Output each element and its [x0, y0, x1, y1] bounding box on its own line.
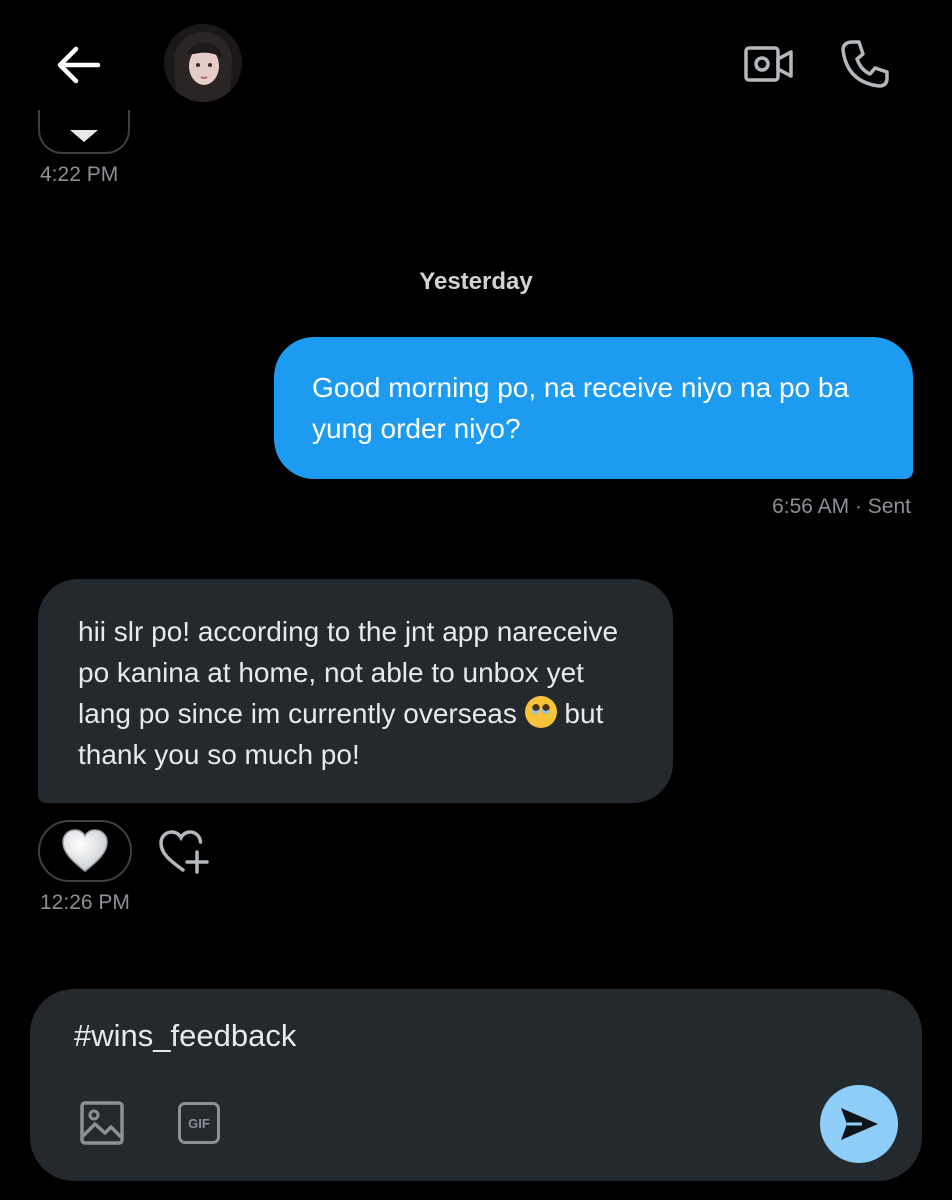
send-icon	[841, 1108, 878, 1140]
sent-message-text: Good morning po, na receive niyo na po b…	[312, 372, 850, 444]
avatar[interactable]	[164, 24, 242, 102]
sent-message-meta: 6:56 AM · Sent	[772, 495, 911, 518]
phone-icon	[841, 40, 889, 88]
avatar-photo	[164, 24, 242, 102]
white-heart-icon	[62, 829, 108, 872]
image-icon	[80, 1101, 124, 1145]
message-input[interactable]	[74, 1011, 794, 1061]
pleading-face-emoji-icon	[524, 696, 557, 728]
send-button[interactable]	[820, 1085, 898, 1163]
back-button[interactable]	[40, 30, 116, 100]
reaction-icon	[70, 130, 98, 142]
sent-message-bubble[interactable]: Good morning po, na receive niyo na po b…	[274, 337, 913, 479]
heart-plus-icon	[159, 830, 209, 874]
video-camera-icon	[744, 46, 793, 82]
gif-icon: GIF	[178, 1102, 220, 1144]
gif-button[interactable]: GIF	[174, 1099, 224, 1147]
add-reaction-button[interactable]	[152, 826, 212, 878]
day-separator: Yesterday	[419, 268, 533, 295]
received-message-bubble[interactable]: hii slr po! according to the jnt app nar…	[38, 579, 673, 803]
reaction-pill[interactable]	[38, 820, 132, 882]
message-composer: GIF	[30, 989, 922, 1181]
add-media-button[interactable]	[76, 1097, 128, 1149]
arrow-left-icon	[57, 46, 101, 84]
video-call-button[interactable]	[738, 36, 800, 92]
message-timestamp: 4:22 PM	[40, 163, 119, 186]
voice-call-button[interactable]	[834, 34, 896, 94]
received-message-timestamp: 12:26 PM	[40, 891, 130, 914]
previous-reaction-pill[interactable]	[38, 110, 130, 154]
